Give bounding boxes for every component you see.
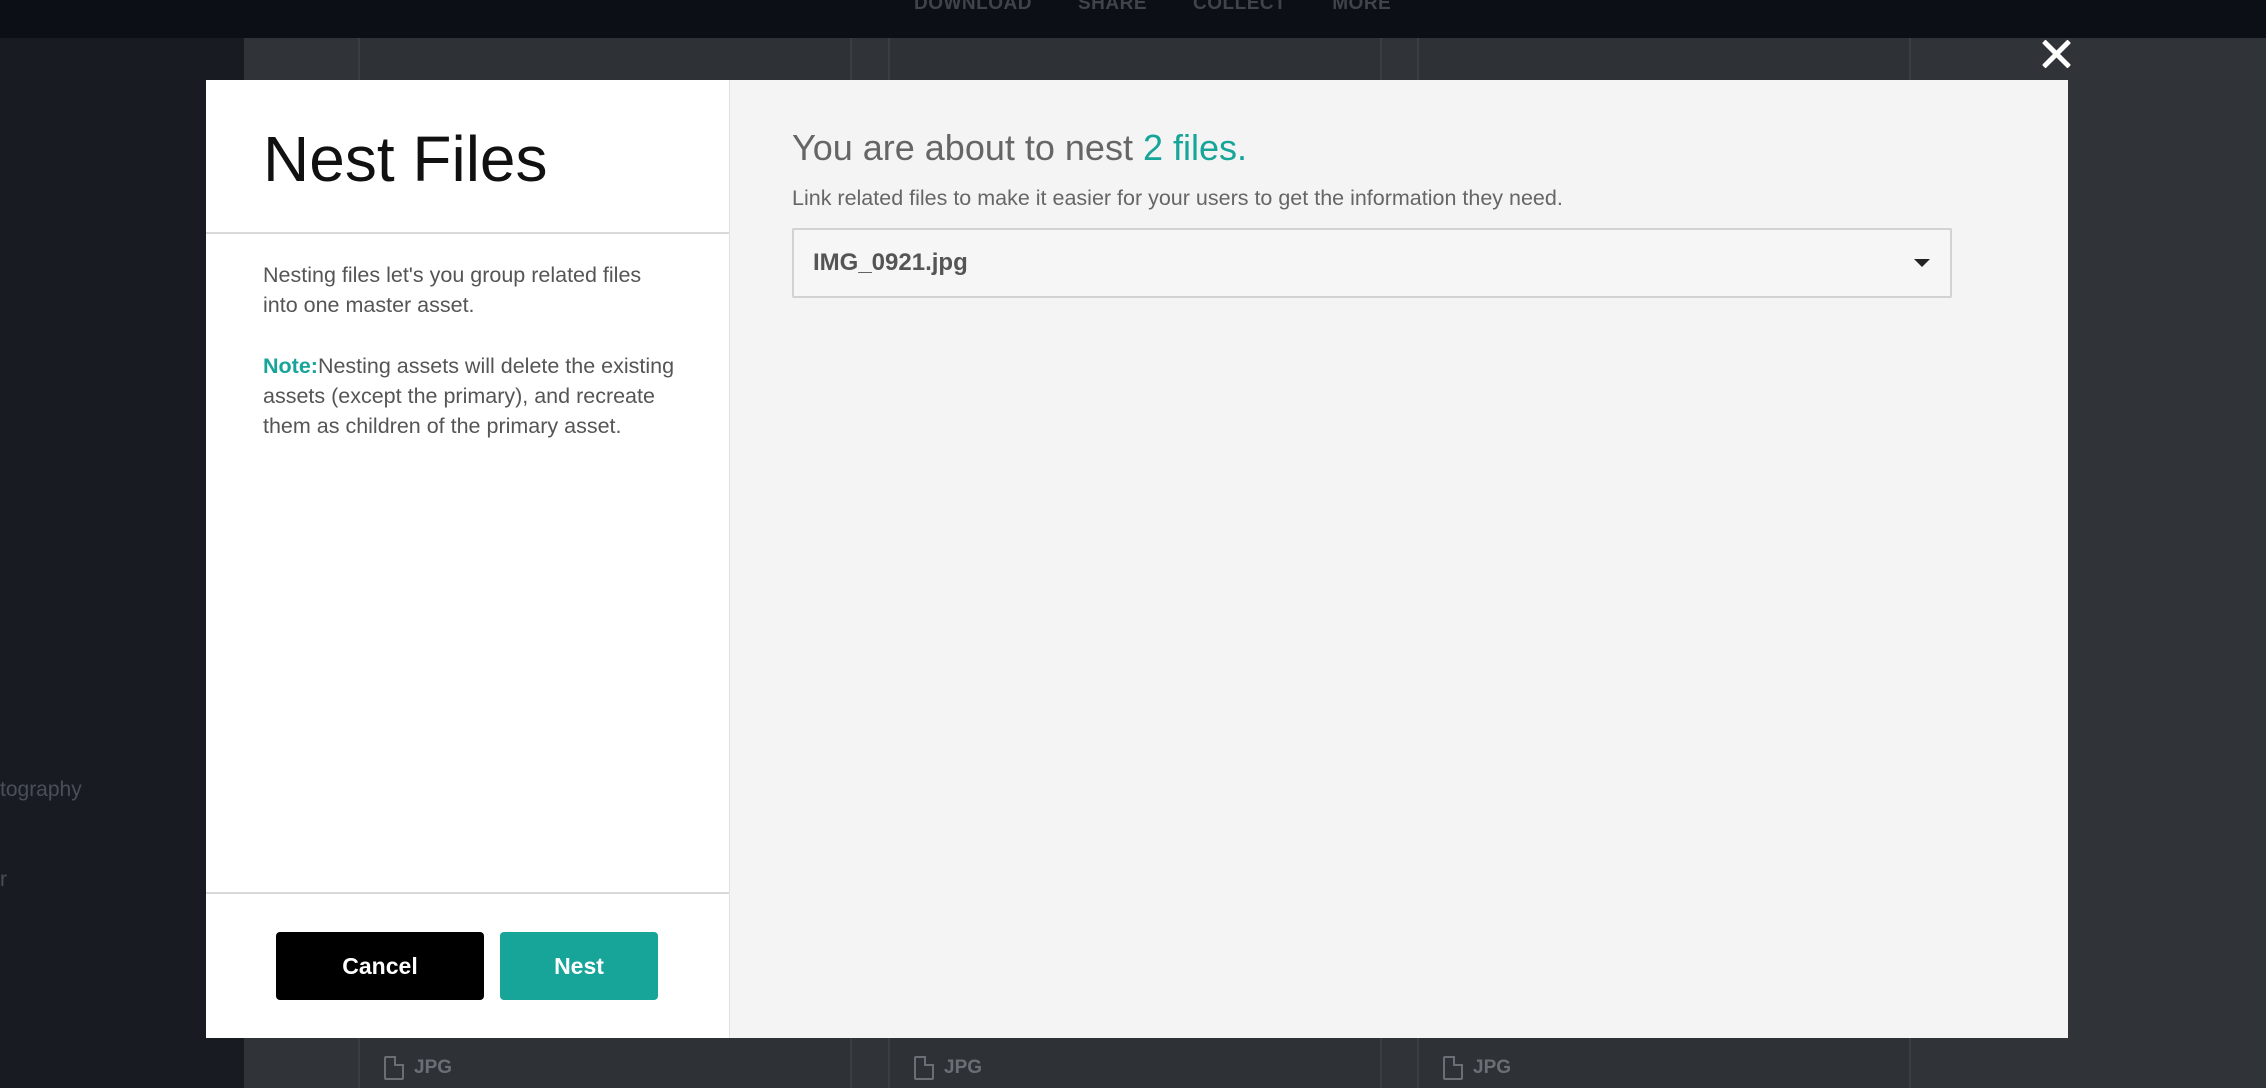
dialog-header: Nest Files <box>206 80 729 234</box>
file-icon <box>914 1056 934 1080</box>
dialog-footer: Cancel Nest <box>206 892 729 1038</box>
file-icon <box>384 1056 404 1080</box>
more-action[interactable]: MORE <box>1332 0 1391 13</box>
dialog-info-panel: Nest Files Nesting files let's you group… <box>206 80 730 1038</box>
app-toolbar: DOWNLOAD SHARE COLLECT MORE <box>0 0 2266 38</box>
description-text: Nesting files let's you group related fi… <box>263 263 642 317</box>
download-action[interactable]: DOWNLOAD <box>914 0 1032 13</box>
share-action[interactable]: SHARE <box>1078 0 1147 13</box>
cancel-button[interactable]: Cancel <box>276 932 484 1000</box>
headline-prefix: You are about to nest <box>792 127 1133 168</box>
warning-note: Note:Nesting assets will delete the exis… <box>263 351 679 441</box>
nest-instructions: Link related files to make it easier for… <box>792 186 1563 210</box>
file-type-label: JPG <box>1443 1056 1511 1080</box>
nest-files-dialog: Nest Files Nesting files let's you group… <box>206 80 2068 1038</box>
file-count: 2 files. <box>1142 127 1248 168</box>
selected-primary-asset: IMG_0921.jpg <box>813 249 968 276</box>
file-icon <box>1443 1056 1463 1080</box>
asset-actions: DOWNLOAD SHARE COLLECT MORE <box>914 0 1391 13</box>
primary-asset-select[interactable]: IMG_0921.jpg <box>792 228 1952 298</box>
note-label: Note: <box>263 354 318 378</box>
sidebar-item-other[interactable]: r <box>0 868 7 892</box>
sidebar-item-photography[interactable]: tography <box>0 778 82 802</box>
note-text: Nesting assets will delete the existing … <box>263 354 675 438</box>
file-type-label: JPG <box>914 1056 982 1080</box>
close-icon[interactable] <box>2040 38 2072 70</box>
nest-button[interactable]: Nest <box>500 932 658 1000</box>
collect-action[interactable]: COLLECT <box>1193 0 1286 13</box>
dialog-content-panel: You are about to nest 2 files. Link rela… <box>730 80 2068 1038</box>
nest-summary-headline: You are about to nest 2 files. <box>792 126 2068 170</box>
file-type-label: JPG <box>384 1056 452 1080</box>
chevron-down-icon <box>1914 259 1930 267</box>
dialog-description: Nesting files let's you group related fi… <box>206 234 729 441</box>
dialog-title: Nest Files <box>263 123 548 195</box>
